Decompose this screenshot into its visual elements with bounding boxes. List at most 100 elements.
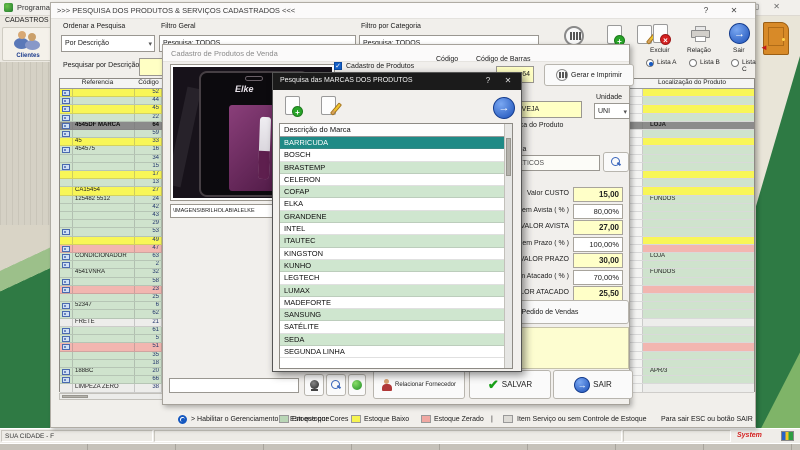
table-row[interactable]: 51 <box>60 343 162 351</box>
brand-list-item[interactable]: KUNHO <box>280 260 506 272</box>
location-row[interactable] <box>630 179 754 187</box>
radio-lista-a[interactable] <box>646 59 654 67</box>
brand-list-item[interactable]: SANSUNG <box>280 309 506 321</box>
table-row[interactable]: 2 <box>60 261 162 269</box>
new-record-icon[interactable]: + <box>607 25 622 44</box>
table-row[interactable]: 18 <box>60 360 162 368</box>
close-icon[interactable]: ✕ <box>725 5 743 17</box>
location-row[interactable] <box>630 384 754 392</box>
location-row[interactable] <box>630 212 754 220</box>
location-row[interactable] <box>630 105 754 113</box>
brand-list-item[interactable]: GRANDENE <box>280 211 506 223</box>
location-row[interactable]: FUNDOS <box>630 196 754 204</box>
brand-list-item[interactable]: SEDA <box>280 334 506 346</box>
location-row[interactable] <box>630 327 754 335</box>
table-row[interactable]: 25 <box>60 294 162 302</box>
exit-arrow-icon[interactable]: → <box>729 23 750 44</box>
table-row[interactable]: 23 <box>60 286 162 294</box>
table-row[interactable]: 17 <box>60 171 162 179</box>
location-row[interactable] <box>630 171 754 179</box>
table-row[interactable]: 125482 551224 <box>60 196 162 204</box>
table-row[interactable]: 59 <box>60 130 162 138</box>
location-row[interactable] <box>630 130 754 138</box>
table-row[interactable]: 61 <box>60 327 162 335</box>
radio-lista-c[interactable] <box>731 59 739 67</box>
sair-button[interactable]: →SAIR <box>553 370 633 399</box>
product-checkbox[interactable]: ✓ <box>334 62 342 70</box>
location-row[interactable] <box>630 294 754 302</box>
brands-scrollbar[interactable] <box>504 124 512 368</box>
brands-list[interactable]: Descrição do Marca BARRICUDABOSCHBRASTEM… <box>279 123 513 369</box>
location-row[interactable]: APR/3 <box>630 368 754 376</box>
location-row[interactable] <box>630 376 754 384</box>
menu-cadastros[interactable]: CADASTROS <box>5 17 49 24</box>
location-row[interactable] <box>630 343 754 351</box>
dialog-exit-arrow-icon[interactable]: → <box>493 97 515 119</box>
barcode-icon[interactable] <box>564 26 584 46</box>
ok-ball-button[interactable] <box>348 374 366 396</box>
location-row[interactable] <box>630 220 754 228</box>
products-table[interactable]: Referencia Código 524445224545DF MARCA64… <box>59 78 163 392</box>
table-row[interactable]: 4541VNRA32 <box>60 269 162 277</box>
table-row[interactable]: 5 <box>60 335 162 343</box>
table-row[interactable]: 53 <box>60 228 162 236</box>
order-select[interactable]: Por Descrição▾ <box>61 35 155 52</box>
table-row[interactable]: CONDICIONADOR63 <box>60 253 162 261</box>
location-row[interactable] <box>630 89 754 97</box>
table-row[interactable]: 45 <box>60 105 162 113</box>
table-row[interactable]: 49 <box>60 237 162 245</box>
zoom-button[interactable] <box>326 374 346 396</box>
location-row[interactable]: LOJA <box>630 122 754 130</box>
help-icon[interactable]: ? <box>697 5 715 17</box>
price-field[interactable]: 25,50 <box>573 286 623 301</box>
location-row[interactable] <box>630 310 754 318</box>
edit-brand-icon[interactable] <box>321 96 336 115</box>
taskbar[interactable] <box>0 443 800 450</box>
bottom-input[interactable] <box>169 378 299 393</box>
location-row[interactable] <box>630 146 754 154</box>
location-row[interactable] <box>630 278 754 286</box>
location-row[interactable] <box>630 352 754 360</box>
webcam-button[interactable] <box>304 374 324 396</box>
table-row[interactable]: FRETE21 <box>60 319 162 327</box>
table-row[interactable]: 58 <box>60 278 162 286</box>
location-row[interactable]: FUNDOS <box>630 269 754 277</box>
brand-list-item[interactable]: KINGSTON <box>280 248 506 260</box>
table-row[interactable]: LIMPEZA ZERO38 <box>60 384 162 392</box>
table-row[interactable]: 523476 <box>60 302 162 310</box>
brand-list-item[interactable]: COFAP <box>280 186 506 198</box>
table-row[interactable]: 47 <box>60 245 162 253</box>
location-row[interactable] <box>630 335 754 343</box>
brand-list-item[interactable]: ITAUTEC <box>280 235 506 247</box>
location-row[interactable] <box>630 302 754 310</box>
table-row[interactable]: 4533 <box>60 138 162 146</box>
brand-list-item[interactable]: SATÉLITE <box>280 321 506 333</box>
unidade-select[interactable]: UNI▾ <box>594 103 630 119</box>
location-table[interactable]: Localização do Produto LOJAFUNDOSLOJAFUN… <box>629 78 755 392</box>
location-row[interactable] <box>630 187 754 195</box>
brand-list-item[interactable]: CELERON <box>280 174 506 186</box>
brand-list-item[interactable]: BARRICUDA <box>280 137 506 149</box>
table-row[interactable]: 34 <box>60 155 162 163</box>
price-field[interactable]: 70,00% <box>573 270 623 285</box>
close-icon[interactable]: ✕ <box>501 76 515 85</box>
table-row[interactable]: 42 <box>60 204 162 212</box>
enable-color-radio[interactable] <box>178 415 187 424</box>
location-row[interactable] <box>630 163 754 171</box>
table-row[interactable]: 29 <box>60 220 162 228</box>
table-row[interactable]: 52 <box>60 89 162 97</box>
location-row[interactable] <box>630 245 754 253</box>
table-row[interactable]: 188BC20 <box>60 368 162 376</box>
location-row[interactable] <box>630 204 754 212</box>
brand-list-item[interactable]: LUMAX <box>280 285 506 297</box>
table-row[interactable]: 62 <box>60 310 162 318</box>
salvar-button[interactable]: ✔SALVAR <box>469 370 551 399</box>
brand-list-item[interactable]: BRASTEMP <box>280 162 506 174</box>
location-row[interactable] <box>630 286 754 294</box>
clientes-button[interactable]: Clientes <box>2 27 54 61</box>
price-field[interactable]: 80,00% <box>573 204 623 219</box>
table-row[interactable]: 13 <box>60 179 162 187</box>
radio-lista-b[interactable] <box>689 59 697 67</box>
table-row[interactable]: CA1545427 <box>60 187 162 195</box>
close-icon[interactable]: ✕ <box>773 2 794 11</box>
